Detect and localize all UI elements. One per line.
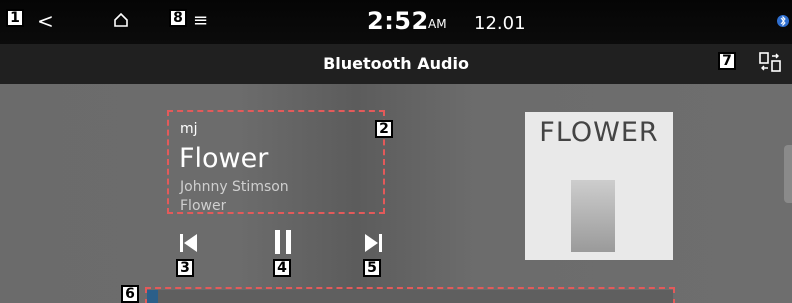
status-bar: 1 < 8 ≡ 2:52 AM 12.01 bbox=[0, 0, 792, 44]
callout-source: 7 bbox=[718, 52, 736, 70]
callout-back: 1 bbox=[6, 9, 24, 27]
side-panel-handle[interactable] bbox=[784, 145, 792, 203]
clock-time: 2:52 bbox=[367, 7, 429, 35]
date-display: 12.01 bbox=[474, 13, 526, 34]
page-title: Bluetooth Audio bbox=[323, 54, 469, 73]
title-bar: Bluetooth Audio bbox=[0, 44, 792, 84]
menu-button[interactable]: ≡ bbox=[193, 10, 208, 32]
skip-next-icon[interactable] bbox=[363, 232, 383, 254]
callout-prev: 3 bbox=[176, 259, 194, 277]
callout-play: 4 bbox=[273, 259, 291, 277]
album-art-text: FLOWER bbox=[539, 117, 659, 148]
album-art-photo bbox=[571, 180, 615, 252]
callout-menu: 8 bbox=[169, 9, 187, 27]
callout-progress: 6 bbox=[121, 285, 139, 303]
album-name: Flower bbox=[180, 198, 227, 213]
home-icon[interactable] bbox=[113, 12, 129, 28]
song-title: Flower bbox=[179, 143, 269, 174]
callout-next: 5 bbox=[363, 259, 381, 277]
clock-ampm: AM bbox=[428, 17, 447, 31]
switch-source-icon[interactable] bbox=[758, 50, 782, 74]
callout-info: 2 bbox=[375, 120, 393, 138]
player-area bbox=[0, 84, 792, 303]
progress-callout-box bbox=[145, 287, 675, 303]
device-name: mj bbox=[180, 121, 198, 137]
artist-name: Johnny Stimson bbox=[180, 179, 289, 195]
bluetooth-audio-screen: 1 < 8 ≡ 2:52 AM 12.01 Bluetooth Audio 7 … bbox=[0, 0, 792, 303]
bluetooth-icon bbox=[777, 15, 789, 27]
pause-icon[interactable] bbox=[272, 229, 294, 255]
skip-previous-icon[interactable] bbox=[179, 232, 199, 254]
back-button[interactable]: < bbox=[37, 10, 54, 32]
album-art: FLOWER bbox=[525, 112, 673, 260]
